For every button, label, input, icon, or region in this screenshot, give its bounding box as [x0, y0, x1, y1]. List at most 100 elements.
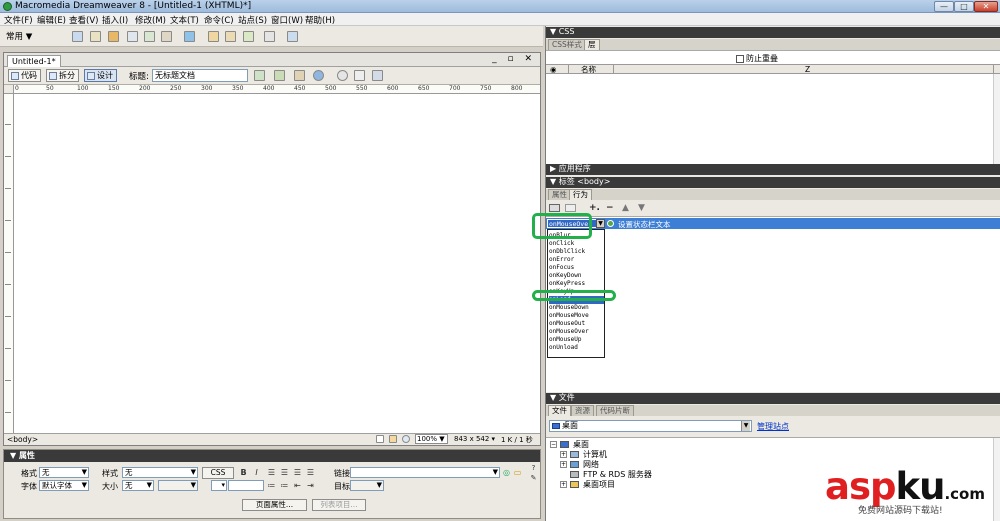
event-option[interactable]: onUnload [549, 344, 604, 352]
menu-site[interactable]: 站点(S) [238, 14, 267, 26]
select-tool-icon[interactable] [376, 435, 384, 443]
chevron-down-icon[interactable]: ▼ [596, 219, 605, 228]
target-select[interactable]: ▼ [350, 480, 384, 491]
layers-scrollbar[interactable] [993, 74, 1000, 165]
tab-attributes[interactable]: 属性 [548, 189, 571, 200]
collapse-icon[interactable]: − [550, 441, 557, 448]
move-down-icon[interactable]: ▼ [638, 203, 645, 213]
window-size-popup[interactable]: 843 x 542 ▾ [454, 435, 495, 443]
file-management-icon[interactable] [254, 70, 265, 81]
justify-icon[interactable]: ☰ [306, 468, 315, 477]
preview-browser-icon[interactable] [274, 70, 285, 81]
document-tab[interactable]: Untitled-1* [7, 55, 61, 67]
align-center-icon[interactable]: ☰ [280, 468, 289, 477]
tab-behaviors[interactable]: 行为 [569, 189, 592, 200]
tag-panel-header[interactable]: ▼ 标签 <body> [546, 177, 1000, 188]
event-option[interactable]: onMouseMove [549, 312, 604, 320]
menu-commands[interactable]: 命令(C) [204, 14, 234, 26]
italic-button[interactable]: I [252, 468, 261, 477]
hyperlink-icon[interactable] [72, 31, 83, 42]
help-icon[interactable]: ? [529, 464, 538, 473]
properties-header[interactable]: ▼ 属性 [4, 450, 540, 462]
event-option[interactable]: onClick [549, 240, 604, 248]
remove-behavior-icon[interactable]: − [606, 203, 614, 213]
menu-help[interactable]: 帮助(H) [305, 14, 335, 26]
event-option[interactable]: onMouseOut [549, 320, 604, 328]
tab-css-styles[interactable]: CSS样式 [548, 39, 586, 50]
ordered-list-icon[interactable]: ≔ [280, 481, 289, 490]
design-canvas[interactable] [15, 95, 540, 433]
close-button[interactable]: ✕ [974, 1, 998, 12]
menu-text[interactable]: 文本(T) [170, 14, 199, 26]
column-name[interactable]: 名称 [581, 65, 596, 74]
size-unit-select[interactable]: ▼ [158, 480, 198, 491]
format-select[interactable]: 无 ▼ [39, 467, 89, 478]
tree-node-desktop-items[interactable]: + 桌面项目 [560, 480, 615, 489]
refresh-icon[interactable] [337, 70, 348, 81]
view-options-icon[interactable] [354, 70, 365, 81]
templates-icon[interactable] [243, 31, 254, 42]
tag-chooser-icon[interactable] [264, 31, 275, 42]
behavior-row[interactable]: onMouseOver ▼ 设置状态栏文本 [546, 218, 1000, 229]
zoom-tool-icon[interactable] [402, 435, 410, 443]
debug-icon[interactable] [294, 70, 305, 81]
show-all-events-icon[interactable] [565, 204, 576, 212]
minimize-button[interactable]: — [934, 1, 954, 12]
show-set-events-icon[interactable] [549, 204, 560, 212]
media-icon[interactable] [184, 31, 195, 42]
file-tree-scrollbar[interactable] [993, 438, 1000, 521]
tree-node-ftp-rds[interactable]: FTP & RDS 服务器 [570, 470, 652, 479]
maximize-button[interactable]: □ [954, 1, 974, 12]
indent-icon[interactable]: ⇥ [306, 481, 315, 490]
edit-icon[interactable]: ✎ [529, 474, 538, 483]
page-properties-button[interactable]: 页面属性... [242, 499, 307, 511]
css-panel-header[interactable]: ▼ CSS [546, 27, 1000, 38]
browse-folder-icon[interactable]: ▭ [513, 468, 522, 477]
tree-node-desktop[interactable]: − 桌面 [550, 440, 589, 449]
event-option[interactable]: onFocus [549, 264, 604, 272]
expand-icon[interactable]: + [560, 461, 567, 468]
tab-snippets[interactable]: 代码片断 [596, 405, 634, 416]
event-option[interactable]: onError [549, 256, 604, 264]
expand-icon[interactable]: + [560, 481, 567, 488]
event-option[interactable]: onDblClick [549, 248, 604, 256]
event-option[interactable]: onMouseOver [549, 328, 604, 336]
event-option[interactable]: onMouseDown [549, 304, 604, 312]
style-select[interactable]: 无 ▼ [122, 467, 198, 478]
list-item-button[interactable]: 列表项目... [312, 499, 366, 511]
event-option[interactable]: onKeyPress [549, 280, 604, 288]
event-option[interactable]: onKeyDown [549, 272, 604, 280]
menu-file[interactable]: 文件(F) [4, 14, 33, 26]
link-input[interactable]: ▼ [350, 467, 500, 478]
menu-edit[interactable]: 编辑(E) [37, 14, 66, 26]
tree-node-computer[interactable]: + 计算机 [560, 450, 607, 459]
unordered-list-icon[interactable]: ≔ [267, 481, 276, 490]
table-icon[interactable] [127, 31, 138, 42]
align-left-icon[interactable]: ☰ [267, 468, 276, 477]
files-panel-header[interactable]: ▼ 文件 [546, 393, 1000, 404]
bold-button[interactable]: B [239, 468, 248, 477]
css-button[interactable]: CSS [202, 467, 234, 479]
menu-window[interactable]: 窗口(W) [271, 14, 303, 26]
site-select[interactable]: 桌面 ▼ [549, 420, 752, 432]
comment-icon[interactable] [225, 31, 236, 42]
tab-assets[interactable]: 资源 [571, 405, 594, 416]
title-input[interactable]: 无标题文档 [152, 69, 248, 82]
script-icon[interactable] [287, 31, 298, 42]
application-panel-header[interactable]: ▶ 应用程序 [546, 164, 1000, 175]
color-input[interactable] [228, 480, 264, 491]
size-select[interactable]: 无 ▼ [122, 480, 154, 491]
add-behavior-icon[interactable]: +. [589, 203, 600, 213]
outdent-icon[interactable]: ⇤ [293, 481, 302, 490]
email-link-icon[interactable] [90, 31, 101, 42]
manage-sites-link[interactable]: 管理站点 [757, 421, 789, 432]
tree-node-network[interactable]: + 网络 [560, 460, 599, 469]
image-icon[interactable] [161, 31, 172, 42]
insert-category-select[interactable]: 常用 ▼ [6, 30, 32, 42]
point-to-file-icon[interactable]: ◎ [502, 468, 511, 477]
tab-files[interactable]: 文件 [548, 405, 571, 416]
align-right-icon[interactable]: ☰ [293, 468, 302, 477]
visual-aids-icon[interactable] [372, 70, 383, 81]
prevent-overlap-checkbox[interactable]: 防止重叠 [736, 53, 778, 64]
menu-insert[interactable]: 插入(I) [102, 14, 128, 26]
